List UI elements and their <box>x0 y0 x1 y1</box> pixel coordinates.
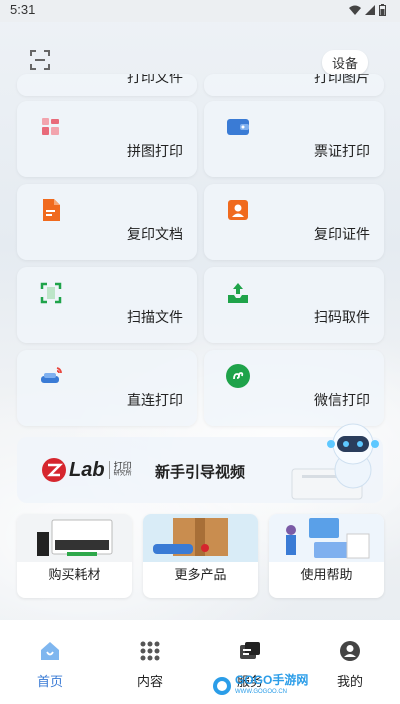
zlab-z-logo <box>42 458 66 482</box>
scan-pickup-card[interactable]: 扫码取件 <box>204 267 384 343</box>
status-icons <box>349 4 386 16</box>
tab-label: 我的 <box>336 674 363 689</box>
card-label: 拼图打印 <box>127 143 183 159</box>
card-label: 打印图片 <box>314 74 370 85</box>
scan-frame-icon <box>40 282 62 304</box>
gogo-watermark: GOGO手游网 WWW.GOGOO.CN <box>212 674 308 698</box>
id-card-icon <box>228 200 248 220</box>
card-label: 微信打印 <box>314 392 370 408</box>
scan-file-card[interactable]: 扫描文件 <box>17 267 197 343</box>
watermark-sub: WWW.GOGOO.CN <box>235 689 287 695</box>
ticket-print-card[interactable]: 票证打印 <box>204 101 384 177</box>
watermark-logo-icon <box>213 677 231 695</box>
copy-document-card[interactable]: 复印文档 <box>17 184 197 260</box>
wechat-print-card[interactable]: 微信打印 <box>204 350 384 426</box>
grid-icon <box>140 641 160 661</box>
shop-label: 购买耗材 <box>48 567 101 582</box>
logo-sub: 研究所 <box>113 471 132 477</box>
card-label: 直连打印 <box>127 392 183 408</box>
service-icon <box>240 642 260 659</box>
mini-program-icon <box>226 364 250 388</box>
buy-supplies-card[interactable]: 购买耗材 <box>17 514 132 598</box>
scan-icon[interactable] <box>28 48 52 72</box>
card-label: 票证打印 <box>314 143 370 159</box>
print-image-card[interactable]: 打印图片 <box>204 74 384 96</box>
print-file-card[interactable]: 打印文件 <box>17 74 197 96</box>
tab-profile[interactable]: 我的 <box>315 640 385 690</box>
bottom-tab-bar: 首页 内容 服务 我的 <box>0 620 400 704</box>
puzzle-print-card[interactable]: 拼图打印 <box>17 101 197 177</box>
status-time: 5:31 <box>10 2 36 17</box>
signal-icon <box>365 5 375 15</box>
wifi-icon <box>349 5 361 15</box>
device-button[interactable]: 设备 <box>321 50 368 75</box>
document-icon <box>43 199 60 221</box>
printer-supplies-image <box>17 514 132 562</box>
copy-id-card[interactable]: 复印证件 <box>204 184 384 260</box>
card-label: 扫码取件 <box>314 309 370 325</box>
zlab-logo: Lab 打印 研究所 <box>41 457 132 483</box>
puzzle-icon <box>42 118 59 135</box>
more-products-card[interactable]: 更多产品 <box>143 514 258 598</box>
watermark-text: GOGO手游网 <box>235 673 309 687</box>
profile-icon <box>340 641 360 661</box>
logo-text: Lab <box>69 458 105 481</box>
robot-mascot-icon <box>327 423 379 489</box>
help-illustration-image <box>269 514 384 562</box>
card-label: 扫描文件 <box>127 309 183 325</box>
tab-home[interactable]: 首页 <box>15 640 85 690</box>
logo-sub: 打印 <box>113 461 132 471</box>
home-icon <box>41 642 59 660</box>
status-bar: 5:31 <box>0 0 400 22</box>
upload-tray-icon <box>228 283 248 303</box>
package-image <box>143 514 258 562</box>
card-label: 打印文件 <box>127 74 183 85</box>
help-card[interactable]: 使用帮助 <box>269 514 384 598</box>
shop-label: 更多产品 <box>174 567 227 582</box>
tab-label: 内容 <box>136 674 163 689</box>
direct-print-card[interactable]: 直连打印 <box>17 350 197 426</box>
card-label: 复印文档 <box>127 226 183 242</box>
shop-label: 使用帮助 <box>300 567 353 582</box>
wallet-icon <box>227 119 249 135</box>
guide-title: 新手引导视频 <box>155 464 246 481</box>
card-label: 复印证件 <box>314 226 370 242</box>
tab-content[interactable]: 内容 <box>115 640 185 690</box>
sofa-wifi-icon <box>41 367 62 383</box>
battery-icon <box>379 4 386 16</box>
tab-label: 首页 <box>36 674 63 689</box>
